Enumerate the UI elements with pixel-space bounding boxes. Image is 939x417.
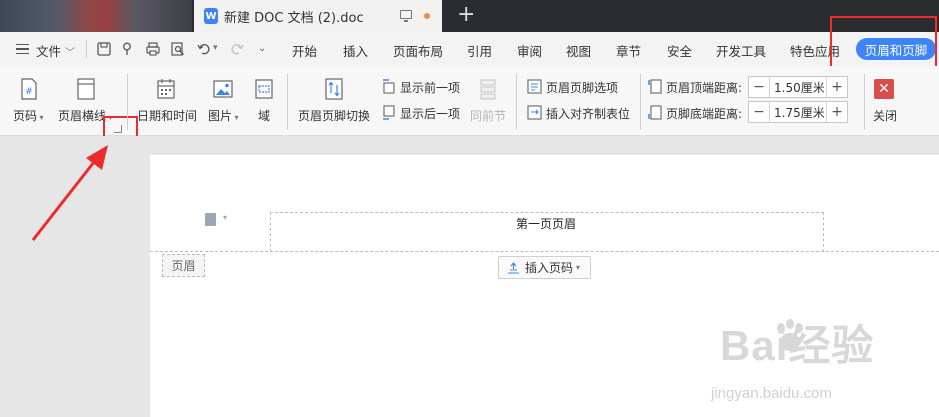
undo-dropdown-icon[interactable]: ▾ (213, 43, 218, 53)
show-next-icon[interactable] (381, 105, 396, 120)
menu-page-layout[interactable]: 页面布局 (393, 41, 443, 60)
new-tab-icon[interactable]: + (457, 4, 475, 26)
header-boundary-line (150, 251, 939, 252)
document-page[interactable] (150, 155, 939, 417)
field-icon[interactable] (254, 78, 274, 100)
header-footer-switch-button[interactable]: 页眉页脚切换 (298, 107, 370, 124)
picture-icon[interactable] (213, 78, 233, 100)
header-top-distance-icon (648, 79, 662, 94)
undo-icon[interactable] (197, 42, 211, 56)
document-tab-title: 新建 DOC 文档 (2).doc (224, 10, 364, 26)
menu-references[interactable]: 引用 (467, 41, 492, 60)
decrement-icon[interactable]: − (749, 79, 769, 95)
divider (86, 40, 87, 58)
header-footer-options-icon[interactable] (527, 79, 542, 94)
header-footer-options-button[interactable]: 页眉页脚选项 (546, 79, 618, 96)
divider (864, 74, 865, 130)
redo-icon (231, 44, 244, 55)
divider (287, 74, 288, 130)
calendar-icon[interactable] (156, 78, 176, 100)
menu-developer[interactable]: 开发工具 (716, 41, 766, 60)
document-tab[interactable]: W 新建 DOC 文档 (2).doc (194, 0, 442, 32)
header-top-distance-value[interactable]: 1.50厘米 (769, 77, 827, 97)
menu-start[interactable]: 开始 (292, 41, 317, 60)
decrement-icon[interactable]: − (749, 104, 769, 120)
footer-bottom-distance-stepper[interactable]: − 1.75厘米 + (748, 101, 848, 123)
header-line-icon[interactable] (76, 78, 96, 100)
divider (516, 74, 517, 130)
divider (640, 74, 641, 130)
highlight-box-menu (830, 16, 937, 71)
chevron-down-icon[interactable]: ▾ (223, 213, 227, 222)
show-next-button[interactable]: 显示后一项 (400, 105, 460, 122)
header-top-distance-stepper[interactable]: − 1.50厘米 + (748, 76, 848, 98)
increment-icon[interactable]: + (827, 104, 847, 120)
menu-review[interactable]: 审阅 (517, 41, 542, 60)
page-number-icon (508, 261, 519, 274)
header-footer-switch-icon[interactable] (324, 78, 344, 100)
header-text[interactable]: 第一页页眉 (516, 215, 576, 232)
menu-file[interactable]: 文件 ﹀ (36, 41, 75, 60)
close-icon[interactable]: ✕ (874, 79, 894, 99)
customize-quickbar-icon[interactable]: ⌄ (258, 43, 266, 54)
same-as-previous-button: 同前节 (470, 109, 507, 123)
monitor-icon[interactable] (400, 10, 412, 22)
date-time-button[interactable]: 日期和时间 (137, 107, 197, 124)
blurred-tabs (0, 0, 192, 32)
footer-bottom-distance-icon (648, 105, 662, 120)
hamburger-icon[interactable] (16, 44, 29, 54)
print-preview-icon[interactable] (171, 42, 185, 56)
show-previous-icon[interactable] (381, 79, 396, 94)
menu-view[interactable]: 视图 (566, 41, 591, 60)
unsaved-dot-icon (424, 13, 430, 19)
print-icon[interactable] (146, 42, 160, 56)
menu-chapter[interactable]: 章节 (616, 41, 641, 60)
save-icon[interactable] (97, 42, 111, 56)
page-number-icon[interactable]: # (19, 78, 39, 100)
menu-security[interactable]: 安全 (667, 41, 692, 60)
red-arrow-annotation (31, 145, 108, 241)
format-painter-icon[interactable] (121, 42, 135, 56)
watermark-text: Bai经验 (720, 322, 875, 369)
insert-page-number-label: 插入页码 (525, 261, 574, 275)
picture-button[interactable]: 图片 ▾ (208, 107, 239, 124)
divider (127, 74, 128, 130)
page-number-button[interactable]: 页码 ▾ (13, 107, 44, 124)
chevron-down-icon: ▾ (576, 263, 581, 272)
svg-text:#: # (25, 87, 33, 97)
watermark-url: jingyan.baidu.com (711, 385, 832, 402)
writer-icon: W (204, 8, 218, 24)
header-top-distance-label: 页眉顶端距离: (666, 81, 743, 95)
same-as-previous-icon (480, 79, 496, 100)
insert-align-tab-icon[interactable] (527, 105, 542, 120)
field-button[interactable]: 域 (258, 107, 270, 124)
footer-bottom-distance-label: 页脚底端距离: (666, 107, 743, 121)
show-previous-button[interactable]: 显示前一项 (400, 79, 460, 96)
close-button[interactable]: 关闭 (873, 107, 897, 124)
increment-icon[interactable]: + (827, 79, 847, 95)
menu-insert[interactable]: 插入 (343, 41, 368, 60)
insert-page-number-button[interactable]: 插入页码 ▾ (498, 256, 591, 279)
document-icon[interactable] (205, 213, 216, 226)
insert-align-tab-button[interactable]: 插入对齐制表位 (546, 105, 630, 122)
title-bar: W 新建 DOC 文档 (2).doc + (0, 0, 939, 32)
menu-bar: 文件 ﹀ ▾ ⌄ 开始 插入 页面布局 引用 审阅 视图 章节 安全 开发工具 … (0, 32, 939, 66)
footer-bottom-distance-value[interactable]: 1.75厘米 (769, 102, 827, 122)
header-label: 页眉 (162, 254, 205, 277)
